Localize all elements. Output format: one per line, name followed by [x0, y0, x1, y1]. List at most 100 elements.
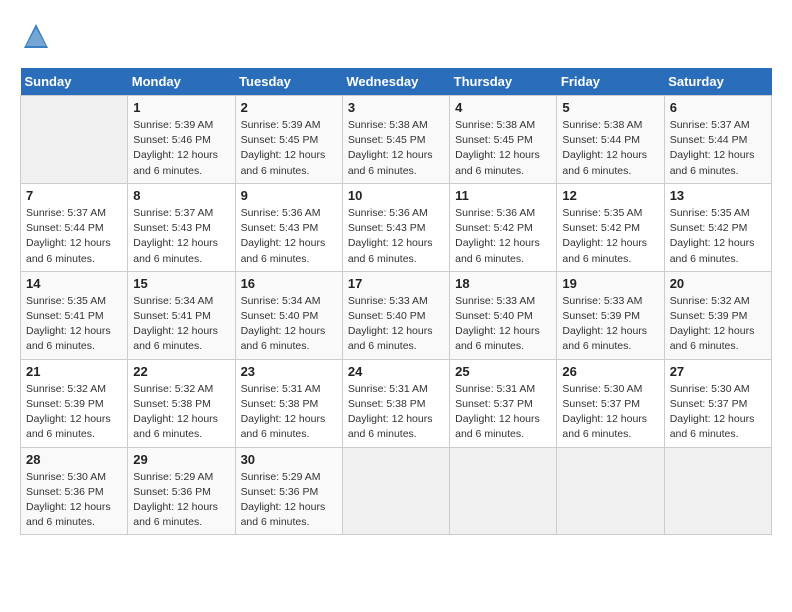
sunset-text: Sunset: 5:41 PM — [26, 310, 104, 322]
column-header-saturday: Saturday — [664, 68, 771, 96]
daylight-text: Daylight: 12 hours and 6 minutes. — [26, 237, 111, 264]
cell-info: Sunrise: 5:33 AM Sunset: 5:40 PM Dayligh… — [455, 294, 551, 355]
cell-info: Sunrise: 5:30 AM Sunset: 5:36 PM Dayligh… — [26, 470, 122, 531]
sunset-text: Sunset: 5:36 PM — [241, 486, 319, 498]
calendar-cell: 14 Sunrise: 5:35 AM Sunset: 5:41 PM Dayl… — [21, 271, 128, 359]
sunrise-text: Sunrise: 5:31 AM — [241, 383, 321, 395]
cell-info: Sunrise: 5:37 AM Sunset: 5:44 PM Dayligh… — [26, 206, 122, 267]
sunset-text: Sunset: 5:45 PM — [455, 134, 533, 146]
calendar-cell: 23 Sunrise: 5:31 AM Sunset: 5:38 PM Dayl… — [235, 359, 342, 447]
calendar-cell: 15 Sunrise: 5:34 AM Sunset: 5:41 PM Dayl… — [128, 271, 235, 359]
calendar-cell: 19 Sunrise: 5:33 AM Sunset: 5:39 PM Dayl… — [557, 271, 664, 359]
sunset-text: Sunset: 5:39 PM — [562, 310, 640, 322]
column-header-monday: Monday — [128, 68, 235, 96]
calendar-cell — [21, 96, 128, 184]
cell-info: Sunrise: 5:37 AM Sunset: 5:43 PM Dayligh… — [133, 206, 229, 267]
cell-info: Sunrise: 5:32 AM Sunset: 5:39 PM Dayligh… — [26, 382, 122, 443]
cell-info: Sunrise: 5:30 AM Sunset: 5:37 PM Dayligh… — [670, 382, 766, 443]
day-number: 23 — [241, 364, 337, 379]
calendar-cell: 9 Sunrise: 5:36 AM Sunset: 5:43 PM Dayli… — [235, 183, 342, 271]
cell-info: Sunrise: 5:34 AM Sunset: 5:41 PM Dayligh… — [133, 294, 229, 355]
calendar-cell: 18 Sunrise: 5:33 AM Sunset: 5:40 PM Dayl… — [450, 271, 557, 359]
sunrise-text: Sunrise: 5:29 AM — [241, 471, 321, 483]
sunrise-text: Sunrise: 5:37 AM — [133, 207, 213, 219]
sunset-text: Sunset: 5:36 PM — [133, 486, 211, 498]
calendar-cell: 3 Sunrise: 5:38 AM Sunset: 5:45 PM Dayli… — [342, 96, 449, 184]
day-number: 16 — [241, 276, 337, 291]
sunrise-text: Sunrise: 5:38 AM — [455, 119, 535, 131]
sunrise-text: Sunrise: 5:33 AM — [562, 295, 642, 307]
sunrise-text: Sunrise: 5:32 AM — [26, 383, 106, 395]
cell-info: Sunrise: 5:29 AM Sunset: 5:36 PM Dayligh… — [133, 470, 229, 531]
cell-info: Sunrise: 5:32 AM Sunset: 5:38 PM Dayligh… — [133, 382, 229, 443]
daylight-text: Daylight: 12 hours and 6 minutes. — [348, 413, 433, 440]
sunset-text: Sunset: 5:43 PM — [133, 222, 211, 234]
sunset-text: Sunset: 5:41 PM — [133, 310, 211, 322]
sunset-text: Sunset: 5:38 PM — [133, 398, 211, 410]
daylight-text: Daylight: 12 hours and 6 minutes. — [562, 237, 647, 264]
sunrise-text: Sunrise: 5:35 AM — [26, 295, 106, 307]
calendar-cell — [557, 447, 664, 535]
page-header — [20, 20, 772, 52]
day-number: 30 — [241, 452, 337, 467]
daylight-text: Daylight: 12 hours and 6 minutes. — [562, 325, 647, 352]
day-number: 8 — [133, 188, 229, 203]
calendar-cell: 6 Sunrise: 5:37 AM Sunset: 5:44 PM Dayli… — [664, 96, 771, 184]
day-number: 17 — [348, 276, 444, 291]
cell-info: Sunrise: 5:31 AM Sunset: 5:38 PM Dayligh… — [348, 382, 444, 443]
sunrise-text: Sunrise: 5:29 AM — [133, 471, 213, 483]
sunset-text: Sunset: 5:40 PM — [241, 310, 319, 322]
sunrise-text: Sunrise: 5:36 AM — [455, 207, 535, 219]
daylight-text: Daylight: 12 hours and 6 minutes. — [133, 237, 218, 264]
daylight-text: Daylight: 12 hours and 6 minutes. — [670, 413, 755, 440]
cell-info: Sunrise: 5:39 AM Sunset: 5:46 PM Dayligh… — [133, 118, 229, 179]
daylight-text: Daylight: 12 hours and 6 minutes. — [133, 325, 218, 352]
daylight-text: Daylight: 12 hours and 6 minutes. — [133, 413, 218, 440]
daylight-text: Daylight: 12 hours and 6 minutes. — [455, 413, 540, 440]
day-number: 29 — [133, 452, 229, 467]
sunrise-text: Sunrise: 5:32 AM — [670, 295, 750, 307]
sunrise-text: Sunrise: 5:34 AM — [241, 295, 321, 307]
calendar-cell: 27 Sunrise: 5:30 AM Sunset: 5:37 PM Dayl… — [664, 359, 771, 447]
cell-info: Sunrise: 5:34 AM Sunset: 5:40 PM Dayligh… — [241, 294, 337, 355]
sunset-text: Sunset: 5:44 PM — [26, 222, 104, 234]
cell-info: Sunrise: 5:36 AM Sunset: 5:43 PM Dayligh… — [241, 206, 337, 267]
daylight-text: Daylight: 12 hours and 6 minutes. — [241, 413, 326, 440]
calendar-header-row: SundayMondayTuesdayWednesdayThursdayFrid… — [21, 68, 772, 96]
sunset-text: Sunset: 5:46 PM — [133, 134, 211, 146]
sunrise-text: Sunrise: 5:34 AM — [133, 295, 213, 307]
calendar-cell: 13 Sunrise: 5:35 AM Sunset: 5:42 PM Dayl… — [664, 183, 771, 271]
calendar-week-row: 21 Sunrise: 5:32 AM Sunset: 5:39 PM Dayl… — [21, 359, 772, 447]
daylight-text: Daylight: 12 hours and 6 minutes. — [241, 325, 326, 352]
daylight-text: Daylight: 12 hours and 6 minutes. — [241, 501, 326, 528]
sunrise-text: Sunrise: 5:31 AM — [348, 383, 428, 395]
cell-info: Sunrise: 5:35 AM Sunset: 5:41 PM Dayligh… — [26, 294, 122, 355]
sunrise-text: Sunrise: 5:37 AM — [26, 207, 106, 219]
calendar-cell — [450, 447, 557, 535]
cell-info: Sunrise: 5:30 AM Sunset: 5:37 PM Dayligh… — [562, 382, 658, 443]
sunrise-text: Sunrise: 5:33 AM — [348, 295, 428, 307]
calendar-cell: 5 Sunrise: 5:38 AM Sunset: 5:44 PM Dayli… — [557, 96, 664, 184]
day-number: 25 — [455, 364, 551, 379]
day-number: 21 — [26, 364, 122, 379]
day-number: 12 — [562, 188, 658, 203]
day-number: 20 — [670, 276, 766, 291]
calendar-week-row: 1 Sunrise: 5:39 AM Sunset: 5:46 PM Dayli… — [21, 96, 772, 184]
daylight-text: Daylight: 12 hours and 6 minutes. — [670, 325, 755, 352]
sunrise-text: Sunrise: 5:30 AM — [26, 471, 106, 483]
daylight-text: Daylight: 12 hours and 6 minutes. — [133, 149, 218, 176]
calendar-cell: 7 Sunrise: 5:37 AM Sunset: 5:44 PM Dayli… — [21, 183, 128, 271]
sunset-text: Sunset: 5:43 PM — [241, 222, 319, 234]
sunset-text: Sunset: 5:45 PM — [348, 134, 426, 146]
daylight-text: Daylight: 12 hours and 6 minutes. — [455, 325, 540, 352]
day-number: 13 — [670, 188, 766, 203]
column-header-tuesday: Tuesday — [235, 68, 342, 96]
day-number: 27 — [670, 364, 766, 379]
daylight-text: Daylight: 12 hours and 6 minutes. — [455, 149, 540, 176]
sunset-text: Sunset: 5:37 PM — [455, 398, 533, 410]
day-number: 1 — [133, 100, 229, 115]
column-header-friday: Friday — [557, 68, 664, 96]
sunrise-text: Sunrise: 5:38 AM — [348, 119, 428, 131]
day-number: 11 — [455, 188, 551, 203]
sunrise-text: Sunrise: 5:35 AM — [670, 207, 750, 219]
